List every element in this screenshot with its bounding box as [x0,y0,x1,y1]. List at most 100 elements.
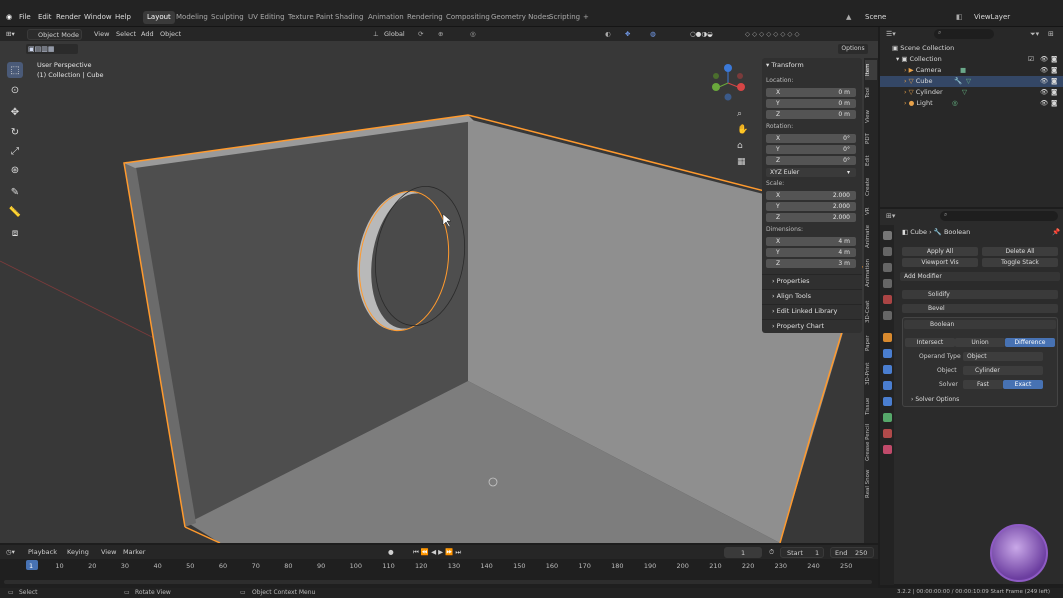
tab-sculpting[interactable]: Sculpting [211,13,244,22]
overlay-icon[interactable]: ◍ [650,30,656,38]
pivot-icon[interactable]: ⟳ [418,30,423,38]
viewport-extra-icons[interactable]: ◇ ◇ ◇ ◇ ◇ ◇ ◇ ◇ [745,30,799,38]
tab-texture-paint[interactable]: Texture Paint [288,13,333,22]
snap-icon[interactable]: ⊕ [438,30,443,38]
tab-scripting[interactable]: Scripting [549,13,580,22]
scale-y-field[interactable]: Y 2.000 [766,202,856,211]
modifier-solidify[interactable]: Solidify [902,290,1058,299]
outliner-item-cube[interactable]: › ▽ Cube 🔧 ▽ 👁 ◙ [880,76,1063,87]
gizmo-icon[interactable]: ✥ [625,30,630,38]
camera-view-icon[interactable]: ⌂ [737,141,743,151]
rotation-y-field[interactable]: Y 0° [766,145,856,154]
rotation-mode-dropdown[interactable]: XYZ Euler ▾ [766,168,856,177]
menu-render[interactable]: Render [56,13,81,22]
annotate-tool-icon[interactable]: ✎ [7,184,23,200]
menu-window[interactable]: Window [84,13,112,22]
rotate-tool-icon[interactable]: ↻ [7,124,23,140]
boolean-union-button[interactable]: Union [955,338,1005,347]
tab-compositing[interactable]: Compositing [446,13,490,22]
modifier-tab-icon[interactable] [883,349,892,358]
visibility-icon[interactable]: ◐ [605,30,611,38]
menu-view[interactable]: View [94,30,109,38]
rotation-x-field[interactable]: X 0° [766,134,856,143]
vtab-animate[interactable]: Animate [865,222,877,250]
vtab-3d-print[interactable]: 3D-Print [865,358,877,390]
add-workspace-button[interactable]: + [583,13,589,22]
texture-tab-icon[interactable] [883,445,892,454]
eye-icon[interactable]: 👁 [1040,76,1048,87]
view-layer-tab-icon[interactable] [883,279,892,288]
outliner-item-cylinder[interactable]: › ▽ Cylinder ▽ 👁 ◙ [880,87,1063,98]
timeline-editor-icon[interactable]: ◷▾ [6,548,15,556]
scale-z-field[interactable]: Z 2.000 [766,213,856,222]
outliner-item-camera[interactable]: › ▶ Camera ■ 👁 ◙ [880,65,1063,76]
vtab-create[interactable]: Create [865,174,877,200]
properties-editor-icon[interactable]: ⊞▾ [886,212,895,220]
scene-tab-icon[interactable] [883,295,892,304]
camera-restrict-icon[interactable]: ◙ [1051,76,1057,87]
boolean-difference-button[interactable]: Difference [1005,338,1055,347]
solver-exact-button[interactable]: Exact [1003,380,1043,389]
vtab-view[interactable]: View [865,106,877,126]
solver-options-section[interactable]: › Solver Options [911,396,959,403]
vtab-item[interactable]: Item [865,60,877,80]
location-x-field[interactable]: X0 m [766,88,856,97]
vtab-grease-pencil[interactable]: Grease Pencil [865,422,877,462]
vtab-animation[interactable]: Animation [865,254,877,292]
camera-restrict-icon[interactable]: ◙ [1051,87,1057,98]
viewport-vis-button[interactable]: Viewport Vis [902,258,978,267]
data-tab-icon[interactable] [883,413,892,422]
tab-uv-editing[interactable]: UV Editing [248,13,285,22]
vtab-tool[interactable]: Tool [865,84,877,102]
menu-marker[interactable]: Marker [123,548,145,556]
constraints-tab-icon[interactable] [883,397,892,406]
vtab-3d-coat[interactable]: 3D-Coat [865,296,877,328]
rotation-z-field[interactable]: Z 0° [766,156,856,165]
scene-name[interactable]: Scene [865,13,886,22]
eye-icon[interactable]: 👁 [1040,87,1048,98]
navigation-gizmo-icon[interactable] [706,63,750,103]
location-y-field[interactable]: Y0 m [766,99,856,108]
stopwatch-icon[interactable]: ⏱ [769,548,774,557]
outliner-editor-icon[interactable]: ☰▾ [886,30,896,38]
add-modifier-button[interactable]: Add Modifier [900,272,1060,281]
new-collection-icon[interactable]: ⊞ [1048,30,1054,38]
record-icon[interactable]: ● [388,548,394,556]
menu-add[interactable]: Add [141,30,154,38]
transform-header[interactable]: ▾ Transform [766,61,804,69]
viewlayer-name[interactable]: ViewLayer [974,13,1010,22]
playback-controls-icon[interactable]: ⏮ ⏪ ◀ ▶ ⏩ ⏭ [413,548,461,557]
tool-tab-icon[interactable] [883,231,892,240]
tab-rendering[interactable]: Rendering [407,13,443,22]
proportional-edit-icon[interactable]: ◎ [470,30,476,38]
solver-fast-button[interactable]: Fast [963,380,1003,389]
physics-tab-icon[interactable] [883,381,892,390]
delete-all-button[interactable]: Delete All [982,247,1058,256]
select-box-tool-icon[interactable]: ⬚ [7,62,23,78]
menu-select[interactable]: Select [116,30,136,38]
timeline-scrollbar[interactable] [4,580,872,584]
dimensions-y-field[interactable]: Y4 m [766,248,856,257]
menu-file[interactable]: File [19,13,31,22]
pan-hand-icon[interactable]: ✋ [737,125,748,135]
vtab-real-snow[interactable]: Real Snow [865,466,877,502]
vtab-edit[interactable]: Edit [865,152,877,170]
property-chart-section[interactable]: › Property Chart [762,319,862,331]
transform-tool-icon[interactable]: ⊛ [7,162,23,178]
vtab-pdt[interactable]: PDT [865,130,877,148]
object-tab-icon[interactable] [883,333,892,342]
eye-icon[interactable]: 👁 [1040,65,1048,76]
mode-dropdown[interactable]: Object Mode [27,29,82,40]
checkbox-icon[interactable]: ☑ [1028,54,1034,65]
dimensions-x-field[interactable]: X4 m [766,237,856,246]
render-tab-icon[interactable] [883,247,892,256]
end-frame-field[interactable]: End 250 [830,547,874,558]
3d-viewport[interactable]: User Perspective (1) Collection | Cube ▣… [0,41,878,543]
tab-modeling[interactable]: Modeling [176,13,208,22]
modifier-boolean-header[interactable]: Boolean [904,320,1056,329]
boolean-intersect-button[interactable]: Intersect [905,338,955,347]
filter-icon[interactable]: ⏷▾ [1030,30,1039,39]
apply-all-button[interactable]: Apply All [902,247,978,256]
outliner-collection[interactable]: ▾ ▣ Collection ☑ 👁 ◙ [880,54,1063,65]
current-frame-field[interactable]: 1 [724,547,762,558]
